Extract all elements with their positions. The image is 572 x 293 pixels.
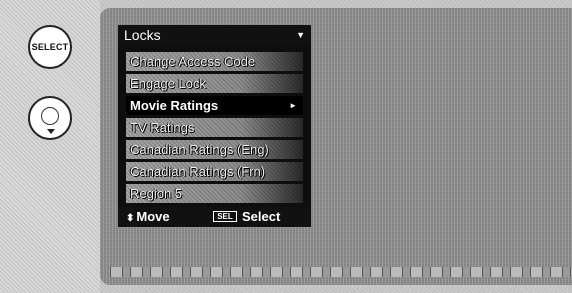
move-label: Move xyxy=(136,209,170,224)
menu-item-label: Movie Ratings xyxy=(130,98,219,113)
remote-control-panel: SELECT xyxy=(0,0,100,293)
select-button-label: SELECT xyxy=(31,42,69,52)
menu-item-engage-lock[interactable]: Engage Lock xyxy=(126,74,303,93)
locks-menu-list: Change Access Code Engage Lock Movie Rat… xyxy=(118,45,311,207)
menu-item-label: Canadian Ratings (Frn) xyxy=(130,164,266,179)
menu-header: Locks ▼ xyxy=(118,25,311,45)
screen-bottom-strip xyxy=(110,267,572,277)
nav-center-ring xyxy=(41,107,59,125)
move-hint: ⬍ Move xyxy=(126,207,170,229)
menu-item-label: Change Access Code xyxy=(130,54,256,69)
menu-item-movie-ratings[interactable]: Movie Ratings ► xyxy=(126,96,303,115)
down-arrow-icon xyxy=(47,129,55,134)
menu-item-label: Region 5 xyxy=(130,186,183,201)
menu-item-label: Engage Lock xyxy=(130,76,206,91)
menu-item-label: Canadian Ratings (Eng) xyxy=(130,142,269,157)
menu-footer: ⬍ Move SEL Select xyxy=(118,207,311,227)
menu-item-tv-ratings[interactable]: TV Ratings xyxy=(126,118,303,137)
menu-item-change-access-code[interactable]: Change Access Code xyxy=(126,52,303,71)
menu-title: Locks xyxy=(124,27,161,43)
submenu-arrow-icon: ► xyxy=(289,101,297,110)
sel-badge-icon: SEL xyxy=(213,211,237,222)
up-down-arrows-icon: ⬍ xyxy=(126,213,135,224)
menu-item-canadian-ratings-eng[interactable]: Canadian Ratings (Eng) xyxy=(126,140,303,159)
menu-item-canadian-ratings-frn[interactable]: Canadian Ratings (Frn) xyxy=(126,162,303,181)
menu-item-region-5[interactable]: Region 5 xyxy=(126,184,303,203)
menu-item-label: TV Ratings xyxy=(130,120,195,135)
navigation-pad-icon[interactable] xyxy=(28,96,72,140)
dropdown-arrow-icon: ▼ xyxy=(296,30,305,40)
select-hint-label: Select xyxy=(242,209,281,224)
select-button[interactable]: SELECT xyxy=(28,25,72,69)
